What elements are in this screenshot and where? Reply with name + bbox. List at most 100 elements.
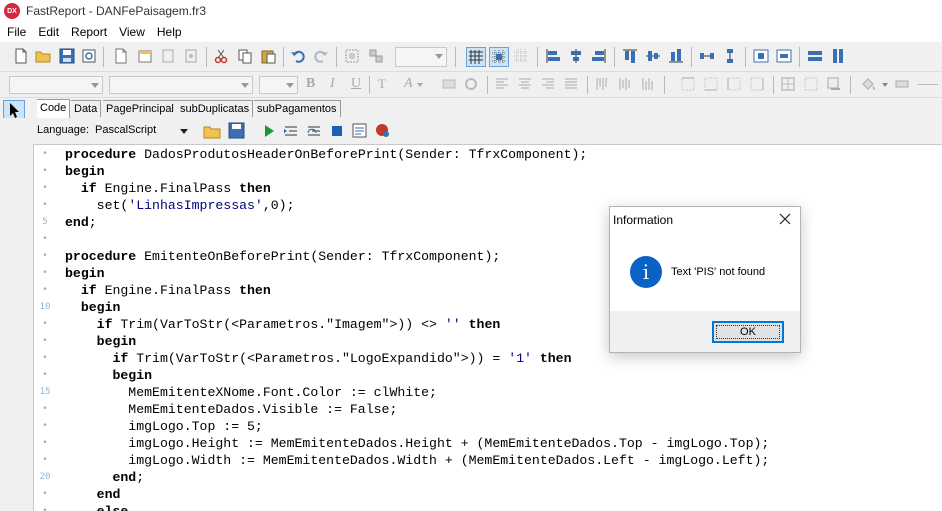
show-grid-button[interactable] (466, 47, 486, 67)
code-text: MemEmitenteDados.Visible := False; (65, 402, 398, 417)
tab-code[interactable]: Code (37, 99, 71, 118)
align-text-bottom-icon[interactable] (641, 77, 655, 91)
run-script-icon[interactable] (261, 123, 277, 139)
align-top-icon[interactable] (622, 48, 638, 64)
font-color-icon[interactable]: A (404, 76, 413, 92)
fill-color-icon[interactable] (860, 77, 876, 91)
undo-icon[interactable] (290, 48, 306, 64)
align-to-grid-button[interactable] (489, 47, 509, 67)
align-left-icon[interactable] (545, 48, 561, 64)
breakpoint-icon[interactable] (374, 122, 392, 140)
highlight-icon[interactable]: T (378, 76, 386, 92)
new-dialog-icon[interactable] (137, 48, 153, 64)
paste-icon[interactable] (260, 48, 276, 64)
cut-icon[interactable] (213, 48, 229, 64)
code-text: ; (136, 470, 145, 485)
new-report-icon[interactable] (13, 48, 29, 64)
font-size-combo[interactable] (259, 76, 298, 94)
frame-right-icon[interactable] (750, 77, 764, 91)
highlight-format-icon[interactable] (442, 77, 456, 91)
code-keyword: begin (96, 334, 137, 349)
code-editor[interactable]: • • • • 5 • • • • 10 • • • • 15 • • • • 20 • • procedure Dado… (33, 144, 942, 511)
line-marker-dot: • (42, 166, 48, 176)
bold-icon[interactable]: B (306, 76, 315, 92)
open-folder-icon[interactable] (35, 48, 51, 64)
tab-subpagamentos[interactable]: subPagamentos (254, 100, 341, 117)
stop-script-icon[interactable] (329, 123, 345, 139)
close-icon[interactable] (777, 211, 793, 227)
italic-icon[interactable]: I (330, 76, 335, 92)
fill-color-dropdown-icon[interactable] (882, 83, 888, 87)
font-name-combo[interactable] (109, 76, 253, 94)
code-text: MemEmitenteXNome.Font.Color := clWhite; (65, 385, 437, 400)
align-center-horizontally-icon[interactable] (568, 48, 584, 64)
underline-icon[interactable]: U (351, 76, 361, 92)
ungroup-icon[interactable] (368, 48, 384, 64)
fit-to-grid-icon[interactable] (513, 48, 529, 64)
center-in-band-vertically-icon[interactable] (776, 48, 792, 64)
menu-file[interactable]: File (0, 25, 32, 39)
center-in-band-horizontally-icon[interactable] (753, 48, 769, 64)
redo-icon[interactable] (313, 48, 329, 64)
text-justify-icon[interactable] (564, 77, 578, 91)
text-align-center-icon[interactable] (518, 77, 532, 91)
tab-data[interactable]: Data (71, 100, 102, 117)
menu-help[interactable]: Help (151, 25, 188, 39)
step-over-icon[interactable] (306, 123, 322, 139)
frame-color-icon[interactable] (895, 77, 909, 91)
line-marker-dot: • (42, 438, 48, 448)
code-keyword: then (468, 317, 501, 332)
align-text-middle-icon[interactable] (618, 77, 632, 91)
align-bottom-icon[interactable] (668, 48, 684, 64)
code-keyword: else (97, 504, 129, 511)
space-horizontally-icon[interactable] (699, 48, 715, 64)
rotation-icon[interactable] (464, 77, 478, 91)
menu-edit[interactable]: Edit (32, 25, 65, 39)
toolbar-separator (103, 47, 104, 67)
frame-left-icon[interactable] (727, 77, 741, 91)
text-align-left-icon[interactable] (495, 77, 509, 91)
code-line: MemEmitenteXNome.Font.Color := clWhite; (65, 384, 437, 401)
same-width-icon[interactable] (807, 48, 823, 64)
menu-view[interactable]: View (113, 25, 151, 39)
save-icon[interactable] (59, 48, 75, 64)
frame-bottom-icon[interactable] (704, 77, 718, 91)
frame-none-icon[interactable] (804, 77, 818, 91)
save-script-icon[interactable] (228, 122, 246, 140)
menu-report[interactable]: Report (65, 25, 113, 39)
tab-pageprincipal[interactable]: PagePrincipal (103, 100, 178, 117)
zoom-combo[interactable] (395, 47, 447, 67)
evaluate-icon[interactable] (351, 122, 369, 140)
ok-button[interactable]: OK (712, 321, 784, 343)
text-align-right-icon[interactable] (541, 77, 555, 91)
group-icon[interactable] (344, 48, 360, 64)
preview-icon[interactable] (81, 48, 97, 64)
line-marker-dot: • (42, 421, 48, 431)
delete-page-icon[interactable] (160, 48, 176, 64)
frame-all-icon[interactable] (781, 77, 795, 91)
tab-subduplicatas[interactable]: subDuplicatas (177, 100, 254, 117)
language-select[interactable]: PascalScript (90, 121, 194, 140)
font-color-dropdown-icon[interactable] (417, 83, 423, 87)
code-line: imgLogo.Width := MemEmitenteDados.Width … (65, 452, 769, 469)
shadow-icon[interactable] (827, 77, 841, 91)
frame-width-icon[interactable] (918, 84, 938, 85)
toolbar-separator (799, 47, 800, 67)
dialog-message: Text 'PIS' not found (671, 266, 766, 278)
open-script-icon[interactable] (203, 122, 221, 140)
align-text-top-icon[interactable] (595, 77, 609, 91)
select-tool-button[interactable] (3, 100, 25, 120)
frame-top-icon[interactable] (681, 77, 695, 91)
step-into-icon[interactable] (283, 123, 299, 139)
toolbar-separator (614, 47, 615, 67)
space-vertically-icon[interactable] (722, 48, 738, 64)
style-combo[interactable] (9, 76, 103, 94)
new-page-icon[interactable] (113, 48, 129, 64)
page-settings-icon[interactable] (183, 48, 199, 64)
align-middle-icon[interactable] (645, 48, 661, 64)
align-right-icon[interactable] (591, 48, 607, 64)
copy-icon[interactable] (237, 48, 253, 64)
same-height-icon[interactable] (830, 48, 846, 64)
code-text: ,0); (262, 198, 295, 213)
